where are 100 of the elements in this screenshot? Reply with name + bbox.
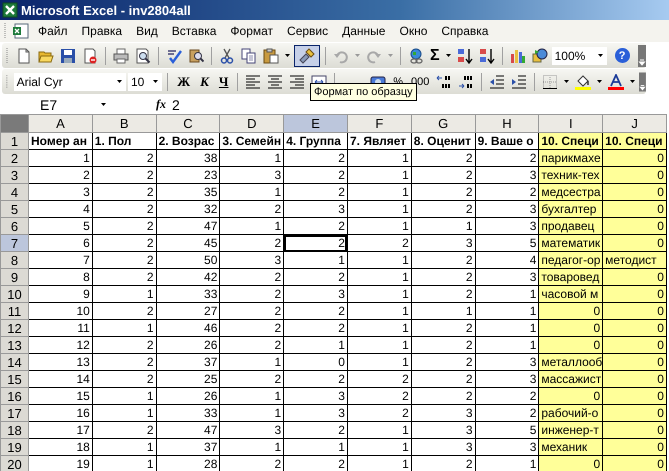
increase-indent-icon[interactable] (511, 74, 528, 90)
menu-item[interactable]: Файл (32, 24, 74, 38)
clipboard-icon[interactable] (263, 48, 279, 64)
zoom-dropdown[interactable]: 100% (552, 46, 607, 64)
table-cell: 3 (411, 404, 476, 422)
menu-item[interactable]: Вставка (166, 24, 222, 38)
sort-ascending-icon[interactable] (456, 48, 473, 64)
row-header[interactable]: 6 (0, 218, 28, 234)
row-header[interactable]: 16 (0, 388, 28, 404)
column-header[interactable]: G (411, 114, 476, 132)
borders-icon[interactable] (542, 74, 558, 90)
caret-icon[interactable] (285, 54, 290, 57)
row-header[interactable]: 11 (0, 302, 28, 320)
toolbar-grip[interactable] (6, 72, 9, 90)
table-cell: 0 (602, 150, 666, 166)
table-cell: 0 (602, 336, 666, 354)
menu-item[interactable]: Данные (336, 24, 392, 38)
font-color-icon[interactable] (608, 74, 624, 90)
menu-item[interactable]: Окно (393, 24, 434, 38)
column-header[interactable]: J (602, 114, 666, 132)
row-header[interactable]: 17 (0, 404, 28, 422)
table-cell: 37 (156, 354, 220, 370)
decrease-indent-icon[interactable] (489, 74, 506, 90)
toolbar-options-icon[interactable] (638, 44, 646, 66)
row-header[interactable]: 3 (0, 166, 28, 184)
printer-icon[interactable] (113, 48, 129, 64)
toolbar-grip[interactable] (4, 22, 7, 40)
row-header[interactable]: 1 (0, 132, 28, 150)
caret-icon[interactable] (446, 54, 451, 57)
row-header[interactable]: 4 (0, 184, 28, 200)
row-header[interactable]: 7 (0, 234, 28, 252)
italic-button[interactable]: К (196, 74, 213, 90)
help-button[interactable]: ? (614, 48, 630, 63)
column-header[interactable]: B (92, 114, 156, 132)
globe-link-icon[interactable] (408, 48, 424, 64)
menu-item[interactable]: Формат (224, 24, 280, 38)
bar-chart-icon[interactable] (510, 48, 526, 64)
column-header[interactable]: D (220, 114, 284, 132)
new-document-icon[interactable] (16, 48, 32, 64)
align-center-icon[interactable] (267, 74, 284, 90)
caret-icon[interactable] (630, 80, 636, 83)
caret-icon[interactable] (597, 80, 602, 83)
font-dropdown[interactable]: Arial Cyr (14, 72, 126, 90)
table-cell: 2 (92, 422, 156, 438)
bold-button[interactable]: Ж (173, 74, 194, 90)
row-header[interactable]: 12 (0, 320, 28, 336)
row-header[interactable]: 9 (0, 268, 28, 286)
autosum-button[interactable]: Σ (430, 46, 440, 64)
spelling-check-icon[interactable] (166, 48, 182, 64)
copy-icon[interactable] (241, 48, 257, 64)
table-cell: 2 (475, 388, 539, 404)
insert-function-button[interactable]: fx (156, 97, 166, 112)
table-cell: 3 (475, 200, 539, 218)
menu-item[interactable]: Справка (435, 24, 494, 38)
table-cell: парикмахе (538, 150, 603, 166)
column-header[interactable]: C (156, 114, 220, 132)
table-cell: 0 (602, 438, 666, 456)
table-cell: 0 (538, 388, 603, 404)
formula-field[interactable]: 2 (172, 96, 180, 112)
caret-icon[interactable] (564, 80, 570, 83)
workbook-icon[interactable] (12, 23, 30, 39)
menu-item[interactable]: Сервис (281, 24, 334, 38)
book-magnifier-icon[interactable] (188, 48, 204, 64)
column-header[interactable]: I (538, 114, 603, 132)
font-size-dropdown[interactable]: 10 (128, 72, 162, 90)
row-header[interactable]: 13 (0, 336, 28, 354)
underline-button[interactable]: Ч (214, 74, 232, 90)
row-header[interactable]: 19 (0, 438, 28, 456)
row-header[interactable]: 10 (0, 286, 28, 302)
menu-item[interactable]: Правка (76, 24, 128, 38)
align-left-icon[interactable] (245, 74, 262, 90)
column-header[interactable]: F (347, 114, 412, 132)
decrease-decimal-icon[interactable] (458, 74, 474, 90)
table-cell: 0 (284, 354, 348, 370)
row-header[interactable]: 18 (0, 422, 28, 438)
permission-icon[interactable] (82, 48, 98, 64)
save-icon[interactable] (60, 48, 76, 64)
row-header[interactable]: 8 (0, 252, 28, 268)
toolbar-grip[interactable] (6, 46, 9, 64)
table-cell: 5 (28, 218, 92, 234)
shapes-icon[interactable] (532, 48, 548, 64)
column-header[interactable]: A (28, 114, 92, 132)
row-header[interactable]: 14 (0, 354, 28, 370)
sort-descending-icon[interactable] (478, 48, 495, 64)
scissors-icon[interactable] (219, 48, 235, 64)
print-preview-icon[interactable] (135, 48, 151, 64)
format-painter-button[interactable] (294, 44, 320, 66)
menu-item[interactable]: Вид (130, 24, 164, 38)
align-right-icon[interactable] (289, 74, 306, 90)
fill-bucket-icon[interactable] (575, 74, 592, 90)
table-cell: 0 (602, 404, 666, 422)
row-header[interactable]: 5 (0, 200, 28, 218)
column-header[interactable]: H (475, 114, 539, 132)
column-header[interactable]: E (284, 114, 348, 132)
increase-decimal-icon[interactable] (436, 74, 452, 90)
row-header[interactable]: 15 (0, 370, 28, 388)
table-cell: 1 (411, 302, 476, 320)
toolbar-options-icon[interactable] (639, 70, 646, 92)
row-header[interactable]: 2 (0, 150, 28, 166)
row-header[interactable]: 20 (0, 456, 28, 471)
